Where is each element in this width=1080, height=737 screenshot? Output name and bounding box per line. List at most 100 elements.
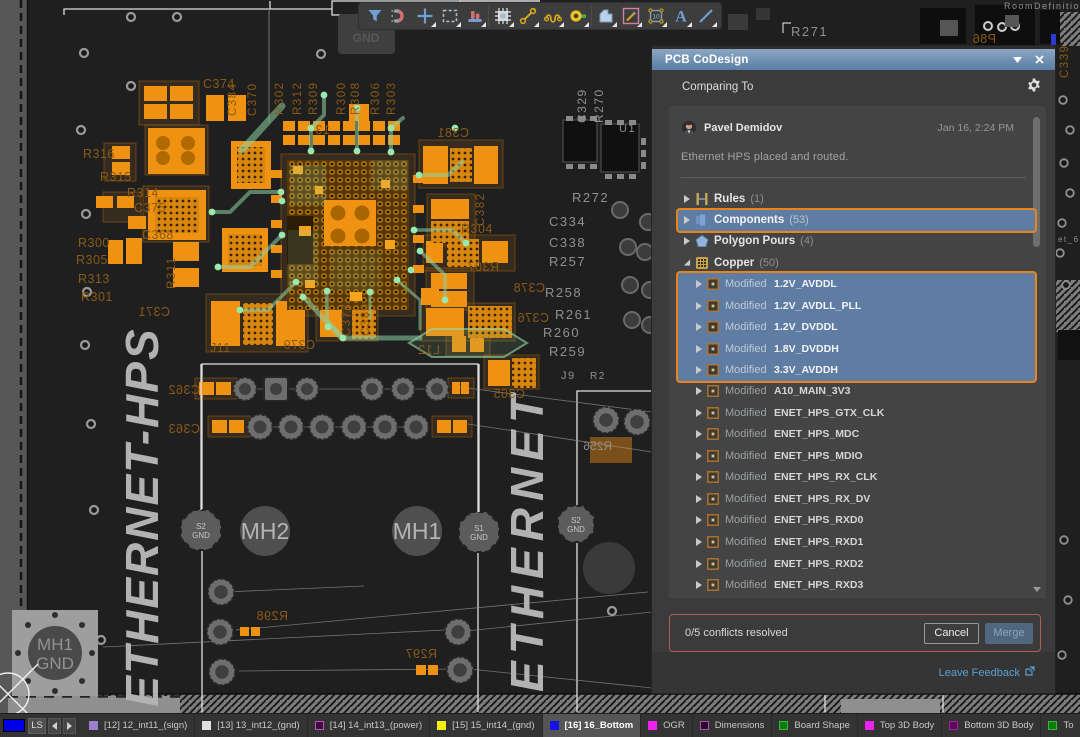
tree-group-polygon-pours[interactable]: Polygon Pours(4) (669, 231, 1046, 253)
svg-text:C378: C378 (513, 281, 545, 295)
layer-tab-16-16_bottom[interactable]: [16] 16_Bottom (543, 714, 642, 737)
layer-tab-12-12_int11_(sign)[interactable]: [12] 12_int11_(sign) (82, 714, 195, 737)
collapsed-arrow-icon[interactable] (695, 387, 703, 395)
collapsed-arrow-icon[interactable] (695, 495, 703, 503)
cancel-button[interactable]: Cancel (924, 623, 979, 644)
layer-color-swatch (779, 721, 788, 730)
tree-item-enet_hps_rxd1[interactable]: ModifiedENET_HPS_RXD1 (669, 531, 1046, 553)
change-state-label: Modified (725, 428, 770, 440)
net-name-label: ENET_HPS_MDC (774, 428, 859, 440)
snap-magnet-tool-button[interactable] (387, 4, 412, 28)
svg-text:R307: R307 (467, 260, 499, 274)
svg-text:R308: R308 (350, 82, 362, 116)
area-select-tool-button[interactable] (437, 4, 462, 28)
tree-item-1.2v_avddl[interactable]: Modified1.2V_AVDDL (678, 273, 1035, 295)
collapsed-arrow-icon[interactable] (683, 237, 691, 245)
svg-text:C384: C384 (227, 83, 239, 117)
line-tool-button[interactable] (693, 4, 718, 28)
tree-item-1.2v_avdll_pll[interactable]: Modified1.2V_AVDLL_PLL (678, 295, 1035, 317)
svg-text:C338: C338 (549, 235, 586, 250)
collapsed-arrow-icon[interactable] (695, 560, 703, 568)
component-place-tool-button[interactable] (490, 4, 515, 28)
modified-icon (707, 450, 719, 462)
close-icon[interactable] (1031, 53, 1047, 67)
tree-item-enet_hps_rx_clk[interactable]: ModifiedENET_HPS_RX_CLK (669, 467, 1046, 489)
collapsed-arrow-icon[interactable] (695, 430, 703, 438)
svg-text:S2: S2 (571, 516, 581, 525)
svg-text:GND: GND (567, 525, 585, 534)
collapsed-arrow-icon[interactable] (695, 323, 703, 331)
collapsed-arrow-icon[interactable] (695, 409, 703, 417)
collapsed-arrow-icon[interactable] (695, 280, 703, 288)
cross-select-tool-button[interactable] (412, 4, 437, 28)
expanded-arrow-icon[interactable] (683, 259, 691, 267)
layer-tab-15-15_int14_(gnd)[interactable]: [15] 15_int14_(gnd) (430, 714, 542, 737)
tree-item-enet_hps_gtx_clk[interactable]: ModifiedENET_HPS_GTX_CLK (669, 402, 1046, 424)
tree-group-rules[interactable]: Rules(1) (669, 189, 1046, 211)
alignment-tool-button[interactable] (462, 4, 487, 28)
layer-color-swatch (550, 721, 559, 730)
layer-tab-13-13_int12_(gnd)[interactable]: [13] 13_int12_(gnd) (195, 714, 307, 737)
net-name-label: ENET_HPS_RXD1 (774, 536, 863, 548)
current-layer-swatch[interactable] (3, 719, 25, 732)
tree-item-enet_hps_rxd3[interactable]: ModifiedENET_HPS_RXD3 (669, 574, 1046, 596)
tree-item-3.3v_avddh[interactable]: Modified3.3V_AVDDH (678, 359, 1035, 381)
gear-icon[interactable] (1027, 78, 1041, 95)
layer-tab-14-14_int13_(power)[interactable]: [14] 14_int13_(power) (308, 714, 430, 737)
net-name-label: 3.3V_AVDDH (774, 364, 838, 376)
collapsed-arrow-icon[interactable] (695, 516, 703, 524)
collapsed-arrow-icon[interactable] (695, 452, 703, 460)
tree-item-enet_hps_mdc[interactable]: Modified ENET_HPS_MDC (669, 424, 1046, 446)
collapsed-arrow-icon[interactable] (695, 345, 703, 353)
rules-icon (695, 192, 709, 206)
tree-item-enet_hps_rxd0[interactable]: ModifiedENET_HPS_RXD0 (669, 510, 1046, 532)
slice-tool-button[interactable] (618, 4, 643, 28)
layer-color-swatch (865, 721, 874, 730)
collapsed-arrow-icon[interactable] (695, 302, 703, 310)
route-tool-button[interactable] (515, 4, 540, 28)
collapsed-arrow-icon[interactable] (695, 581, 703, 589)
diff-pair-route-tool-button[interactable] (540, 4, 565, 28)
layer-tab-to[interactable]: To (1041, 714, 1080, 737)
external-link-icon (1025, 666, 1035, 679)
tree-item-1.2v_dvddl[interactable]: Modified1.2V_DVDDL (678, 316, 1035, 338)
tree-item-enet_hps_rxd2[interactable]: ModifiedENET_HPS_RXD2 (669, 553, 1046, 575)
tree-item-enet_hps_mdio[interactable]: ModifiedENET_HPS_MDIO (669, 445, 1046, 467)
collapsed-arrow-icon[interactable] (695, 473, 703, 481)
leave-feedback-link[interactable]: Leave Feedback (939, 667, 1020, 679)
tree-item-enet_hps_rx_dv[interactable]: ModifiedENET_HPS_RX_DV (669, 488, 1046, 510)
panel-titlebar[interactable]: PCB CoDesign (652, 46, 1055, 70)
modified-icon (707, 278, 719, 290)
merge-button[interactable]: Merge (985, 623, 1033, 644)
scroll-layers-left-button[interactable] (48, 718, 61, 734)
svg-text:C370: C370 (247, 83, 259, 117)
panel-title: PCB CoDesign (665, 54, 749, 66)
tree-group-components[interactable]: Components(53) (678, 210, 1035, 232)
tree-item-1.8v_dvddh[interactable]: Modified1.8V_DVDDH (678, 338, 1035, 360)
svg-text:R260: R260 (543, 325, 580, 340)
net-name-label: ENET_HPS_RX_CLK (774, 471, 877, 483)
via-tool-button[interactable] (565, 4, 590, 28)
layer-sets-button[interactable]: LS (28, 718, 46, 734)
collapsed-arrow-icon[interactable] (695, 538, 703, 546)
tree-item-a10_main_3v3[interactable]: ModifiedA10_MAIN_3V3 (669, 380, 1046, 402)
tree-group-label: Rules (714, 193, 745, 205)
scrollbar-down-arrow[interactable] (1033, 587, 1041, 592)
layer-tab-bottom-3d-body[interactable]: Bottom 3D Body (942, 714, 1041, 737)
svg-text:R314: R314 (127, 186, 159, 200)
text-tool-button[interactable]: A (668, 4, 693, 28)
layer-tab-top-3d-body[interactable]: Top 3D Body (858, 714, 942, 737)
collapsed-arrow-icon[interactable] (683, 216, 691, 224)
filter-tool-button[interactable] (362, 4, 387, 28)
chevron-down-icon[interactable] (1009, 53, 1025, 67)
collapsed-arrow-icon[interactable] (695, 366, 703, 374)
collapsed-arrow-icon[interactable] (683, 195, 691, 203)
dropdown-corner-icon (687, 22, 692, 27)
polygon-pour-tool-button[interactable] (593, 4, 618, 28)
layer-tab-ogr[interactable]: OGR (641, 714, 693, 737)
scroll-layers-right-button[interactable] (63, 718, 76, 734)
layer-tab-dimensions[interactable]: Dimensions (693, 714, 773, 737)
room-tool-button[interactable]: 10 (643, 4, 668, 28)
tree-group-label: Components (714, 214, 784, 226)
layer-tab-board-shape[interactable]: Board Shape (772, 714, 857, 737)
